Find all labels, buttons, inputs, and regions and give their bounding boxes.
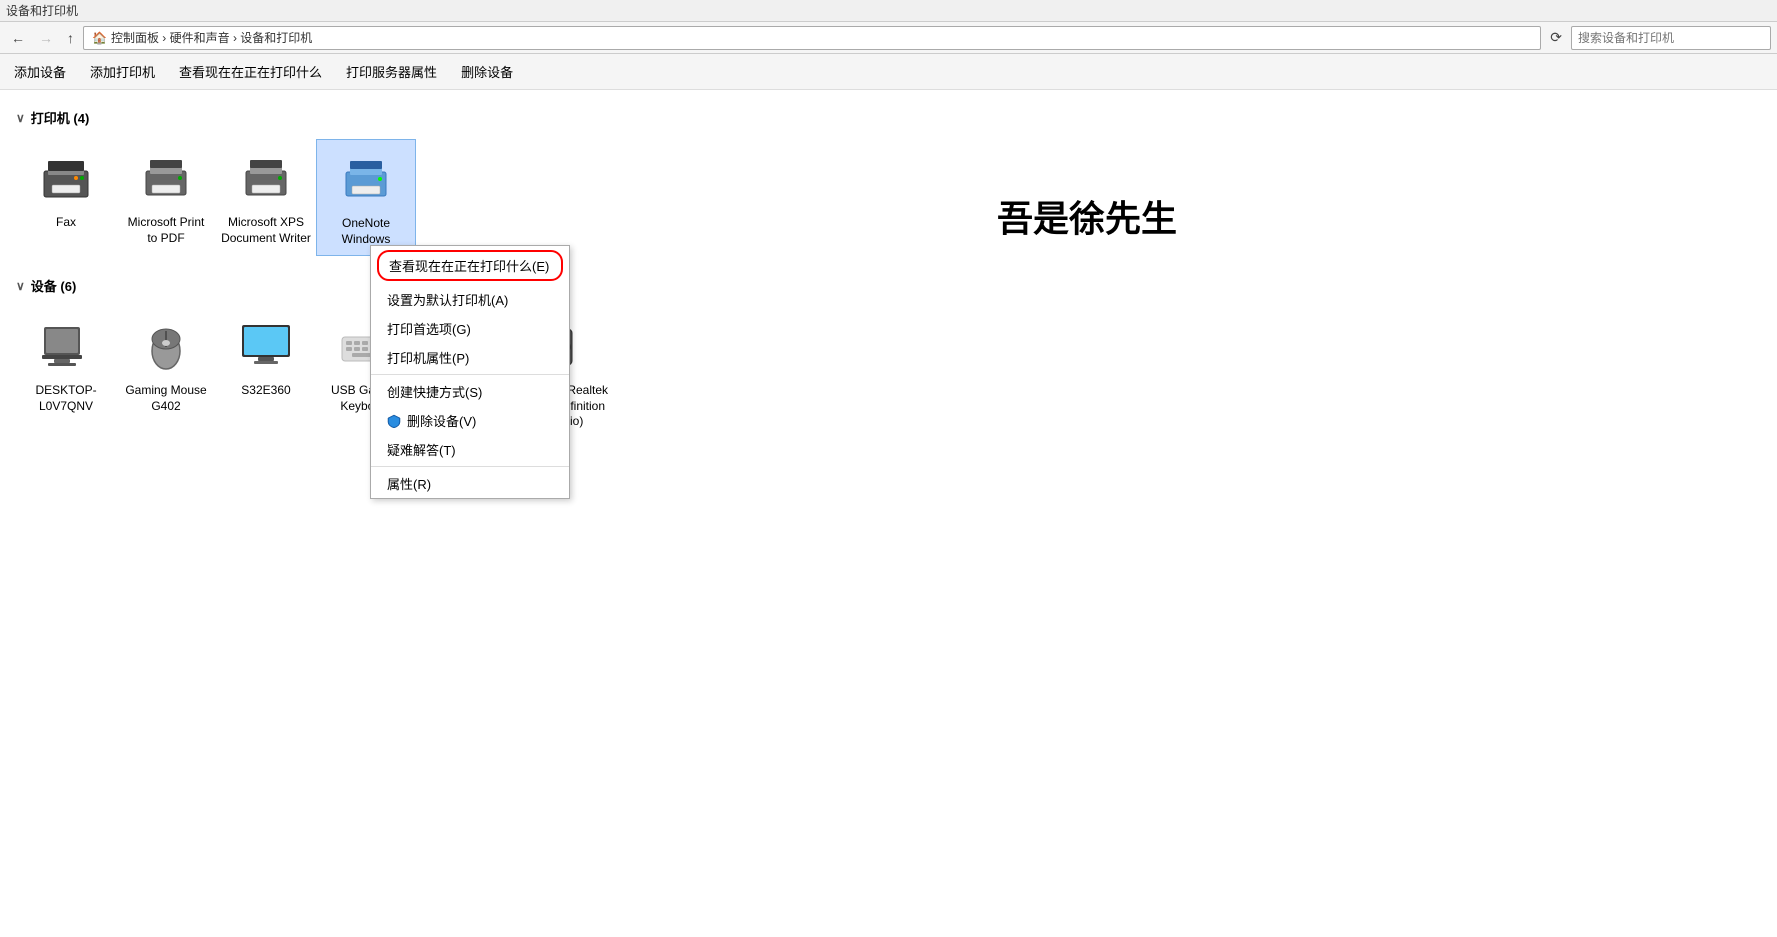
devices-section-header: ∨ 设备 (6) [16, 276, 1761, 295]
devices-grid: DESKTOP-L0V7QNV Gaming Mouse G402 [16, 303, 1761, 442]
printers-section-header: ∨ 打印机 (4) [16, 108, 1761, 127]
separator-2 [371, 466, 569, 467]
msprint-label: Microsoft Print to PDF [121, 215, 211, 246]
troubleshoot-label: 疑难解答(T) [387, 440, 456, 459]
printers-toggle[interactable]: ∨ [16, 111, 25, 125]
remove-device-button[interactable]: 删除设备 [455, 58, 519, 85]
context-menu-highlighted-wrapper: 查看现在在正在打印什么(E) [371, 246, 569, 285]
msprint-icon [134, 147, 198, 211]
up-button[interactable]: ↑ [62, 28, 79, 48]
monitor-label: S32E360 [241, 383, 290, 399]
device-xps[interactable]: Microsoft XPS Document Writer [216, 139, 316, 256]
watermark-text: 吾是徐先生 [997, 198, 1177, 239]
title-bar-text: 设备和打印机 [6, 2, 78, 19]
printers-grid: Fax Microsoft Print to PDF [16, 135, 1761, 260]
onenote-label: OneNote Windows [321, 216, 411, 247]
properties-label: 属性(R) [387, 474, 431, 493]
watermark: 吾是徐先生 [997, 190, 1177, 242]
devices-toggle[interactable]: ∨ [16, 279, 25, 293]
view-print-label: 查看现在在正在打印什么(E) [389, 256, 549, 275]
refresh-button[interactable]: ⟳ [1545, 27, 1567, 48]
context-menu-item-printer-props[interactable]: 打印机属性(P) [371, 343, 569, 372]
path-text: 控制面板 › 硬件和声音 › 设备和打印机 [111, 29, 312, 46]
fax-label: Fax [56, 215, 76, 231]
search-input[interactable] [1571, 26, 1771, 50]
desktop-label: DESKTOP-L0V7QNV [21, 383, 111, 414]
back-button[interactable]: ← [6, 28, 30, 48]
main-content: ∨ 打印机 (4) Fax [0, 90, 1777, 452]
device-desktop[interactable]: DESKTOP-L0V7QNV [16, 307, 116, 438]
context-menu-item-view-print[interactable]: 查看现在在正在打印什么(E) [377, 250, 563, 281]
printers-section-label: 打印机 (4) [31, 108, 90, 127]
desktop-icon [34, 315, 98, 379]
context-menu-item-properties[interactable]: 属性(R) [371, 469, 569, 498]
forward-button[interactable]: → [34, 28, 58, 48]
delete-device-label: 删除设备(V) [407, 411, 476, 430]
onenote-icon [334, 148, 398, 212]
fax-icon [34, 147, 98, 211]
home-icon: 🏠 [92, 31, 107, 45]
context-menu-item-print-prefs[interactable]: 打印首选项(G) [371, 314, 569, 343]
context-menu-item-create-shortcut[interactable]: 创建快捷方式(S) [371, 377, 569, 406]
devices-section-label: 设备 (6) [31, 276, 77, 295]
address-bar: ← → ↑ 🏠 控制面板 › 硬件和声音 › 设备和打印机 ⟳ [0, 22, 1777, 54]
device-monitor[interactable]: S32E360 [216, 307, 316, 438]
set-default-label: 设置为默认打印机(A) [387, 290, 508, 309]
xps-label: Microsoft XPS Document Writer [221, 215, 311, 246]
separator-1 [371, 374, 569, 375]
print-server-props-button[interactable]: 打印服务器属性 [340, 58, 443, 85]
add-device-button[interactable]: 添加设备 [8, 58, 72, 85]
device-msprint[interactable]: Microsoft Print to PDF [116, 139, 216, 256]
add-printer-button[interactable]: 添加打印机 [84, 58, 161, 85]
mouse-label: Gaming Mouse G402 [121, 383, 211, 414]
context-menu-item-troubleshoot[interactable]: 疑难解答(T) [371, 435, 569, 464]
monitor-icon [234, 315, 298, 379]
address-path: 🏠 控制面板 › 硬件和声音 › 设备和打印机 [83, 26, 1541, 50]
toolbar: 添加设备 添加打印机 查看现在在正在打印什么 打印服务器属性 删除设备 [0, 54, 1777, 90]
view-print-queue-button[interactable]: 查看现在在正在打印什么 [173, 58, 328, 85]
device-fax[interactable]: Fax [16, 139, 116, 256]
context-menu-item-set-default[interactable]: 设置为默认打印机(A) [371, 285, 569, 314]
device-mouse[interactable]: Gaming Mouse G402 [116, 307, 216, 438]
mouse-icon [134, 315, 198, 379]
printer-props-label: 打印机属性(P) [387, 348, 469, 367]
title-bar: 设备和打印机 [0, 0, 1777, 22]
xps-icon [234, 147, 298, 211]
context-menu: 查看现在在正在打印什么(E) 设置为默认打印机(A) 打印首选项(G) 打印机属… [370, 245, 570, 499]
print-prefs-label: 打印首选项(G) [387, 319, 471, 338]
device-onenote[interactable]: OneNote Windows [316, 139, 416, 256]
shield-icon [387, 414, 401, 428]
context-menu-item-delete-device[interactable]: 删除设备(V) [371, 406, 569, 435]
create-shortcut-label: 创建快捷方式(S) [387, 382, 482, 401]
